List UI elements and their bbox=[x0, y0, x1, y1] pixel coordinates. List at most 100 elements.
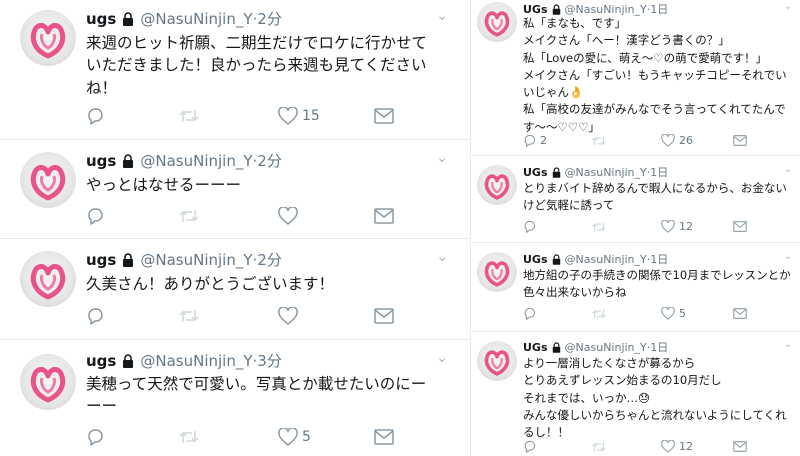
tweet-actions bbox=[86, 307, 394, 325]
user-handle[interactable]: @NasuNinjin_Y bbox=[565, 253, 647, 266]
chevron-down-icon[interactable]: ⌄ bbox=[784, 164, 792, 175]
message-button[interactable] bbox=[733, 308, 747, 319]
like-button[interactable]: 15 bbox=[278, 107, 374, 125]
heart-icon bbox=[661, 307, 675, 320]
avatar[interactable] bbox=[20, 354, 76, 410]
tweet-text-line: とりまバイト辞めるんで暇人になるから、お金ない bbox=[523, 181, 787, 195]
message-button[interactable] bbox=[374, 108, 394, 124]
tweet[interactable]: UGs @NasuNinjin_Y · 1日 ⌄ 私「まなも、です」 メイクさん… bbox=[471, 0, 800, 156]
avatar[interactable] bbox=[477, 165, 517, 205]
tweet[interactable]: ugs @NasuNinjin_Y · 2分 ⌄ 来週のヒット祈願、二期生だけで… bbox=[0, 0, 470, 140]
like-button[interactable] bbox=[278, 307, 374, 325]
retweet-button[interactable] bbox=[178, 429, 278, 445]
tweet-actions bbox=[86, 207, 394, 225]
tweet-header: ugs @NasuNinjin_Y · 2分 bbox=[86, 249, 282, 270]
tweet-time[interactable]: 1日 bbox=[650, 164, 668, 180]
avatar[interactable] bbox=[477, 341, 517, 381]
retweet-button[interactable] bbox=[178, 108, 278, 124]
user-handle[interactable]: @NasuNinjin_Y bbox=[565, 341, 647, 354]
tweet-time[interactable]: 2分 bbox=[257, 150, 282, 171]
heart-icon bbox=[278, 307, 298, 325]
heart-icon bbox=[278, 107, 298, 125]
mail-icon bbox=[374, 208, 394, 224]
retweet-button[interactable] bbox=[591, 441, 661, 453]
avatar[interactable] bbox=[477, 2, 517, 42]
message-button[interactable] bbox=[733, 135, 747, 146]
reply-button[interactable] bbox=[86, 307, 178, 325]
avatar[interactable] bbox=[20, 152, 76, 208]
display-name[interactable]: UGs bbox=[523, 341, 548, 354]
message-button[interactable] bbox=[374, 208, 394, 224]
reply-icon bbox=[523, 440, 536, 453]
like-button[interactable]: 12 bbox=[661, 220, 733, 233]
reply-icon bbox=[86, 107, 104, 125]
reply-button[interactable] bbox=[523, 307, 591, 320]
like-button[interactable]: 5 bbox=[278, 428, 374, 446]
tweet-time[interactable]: 1日 bbox=[650, 339, 668, 355]
retweet-button[interactable] bbox=[591, 135, 661, 147]
user-handle[interactable]: @NasuNinjin_Y bbox=[140, 352, 252, 370]
tweet-time[interactable]: 3分 bbox=[257, 350, 282, 371]
left-timeline: ugs @NasuNinjin_Y · 2分 ⌄ 来週のヒット祈願、二期生だけで… bbox=[0, 0, 470, 456]
user-handle[interactable]: @NasuNinjin_Y bbox=[140, 152, 252, 170]
chevron-down-icon[interactable]: ⌄ bbox=[436, 8, 448, 24]
user-handle[interactable]: @NasuNinjin_Y bbox=[140, 251, 252, 269]
tweet[interactable]: UGs @NasuNinjin_Y · 1日 ⌄ とりまバイト辞めるんで暇人にな… bbox=[471, 157, 800, 243]
retweet-button[interactable] bbox=[591, 308, 661, 320]
message-button[interactable] bbox=[374, 429, 394, 445]
chevron-down-icon[interactable]: ⌄ bbox=[436, 150, 448, 166]
display-name[interactable]: UGs bbox=[523, 166, 548, 179]
message-button[interactable] bbox=[374, 308, 394, 324]
message-button[interactable] bbox=[733, 441, 747, 452]
tweet[interactable]: ugs @NasuNinjin_Y · 2分 ⌄ 久美さん！ありがとうございます… bbox=[0, 239, 470, 340]
retweet-button[interactable] bbox=[178, 208, 278, 224]
tweet[interactable]: ugs @NasuNinjin_Y · 3分 ⌄ 美穂って天然で可愛い。写真とか… bbox=[0, 340, 470, 456]
like-button[interactable]: 26 bbox=[661, 134, 733, 147]
like-button[interactable]: 12 bbox=[661, 440, 733, 453]
tweet-text-line: 私「Loveの愛に、萌え〜♡の萌で愛萌です！」 bbox=[523, 50, 768, 65]
avatar[interactable] bbox=[20, 251, 76, 307]
tweet[interactable]: UGs @NasuNinjin_Y · 1日 ⌄ より一層消したくなさが募るから… bbox=[471, 333, 800, 456]
tweet-time[interactable]: 1日 bbox=[650, 251, 668, 267]
retweet-button[interactable] bbox=[178, 308, 278, 324]
display-name[interactable]: UGs bbox=[523, 3, 548, 16]
mail-icon bbox=[733, 221, 747, 232]
reply-button[interactable] bbox=[523, 220, 591, 233]
tweet-time[interactable]: 2分 bbox=[257, 8, 282, 29]
tweet-time[interactable]: 2分 bbox=[257, 249, 282, 270]
like-button[interactable]: 5 bbox=[661, 307, 733, 320]
avatar[interactable] bbox=[20, 10, 76, 66]
tweet[interactable]: UGs @NasuNinjin_Y · 1日 ⌄ 地方組の子の手続きの関係で10… bbox=[471, 244, 800, 332]
avatar[interactable] bbox=[477, 252, 517, 292]
display-name[interactable]: ugs bbox=[86, 352, 116, 370]
chevron-down-icon[interactable]: ⌄ bbox=[784, 251, 792, 262]
display-name[interactable]: ugs bbox=[86, 251, 116, 269]
display-name[interactable]: UGs bbox=[523, 253, 548, 266]
chevron-down-icon[interactable]: ⌄ bbox=[436, 249, 448, 265]
user-handle[interactable]: @NasuNinjin_Y bbox=[140, 10, 252, 28]
reply-button[interactable] bbox=[86, 107, 178, 125]
tweet-text-line: メイクさん「へー！漢字どう書くの？」 bbox=[523, 33, 730, 48]
display-name[interactable]: ugs bbox=[86, 152, 116, 170]
user-handle[interactable]: @NasuNinjin_Y bbox=[565, 3, 647, 16]
display-name[interactable]: ugs bbox=[86, 10, 116, 28]
user-handle[interactable]: @NasuNinjin_Y bbox=[565, 166, 647, 179]
chevron-down-icon[interactable]: ⌄ bbox=[784, 339, 792, 350]
reply-button[interactable]: 2 bbox=[523, 134, 591, 147]
mail-icon bbox=[374, 108, 394, 124]
reply-button[interactable] bbox=[523, 440, 591, 453]
tweet-text-line: るし！！ bbox=[523, 425, 569, 439]
chevron-down-icon[interactable]: ⌄ bbox=[436, 350, 448, 366]
lock-icon bbox=[122, 353, 134, 368]
tweet[interactable]: ugs @NasuNinjin_Y · 2分 ⌄ やっとはなせるーーー bbox=[0, 140, 470, 239]
heart-icon bbox=[278, 428, 298, 446]
message-button[interactable] bbox=[733, 221, 747, 232]
tweet-header: ugs @NasuNinjin_Y · 2分 bbox=[86, 8, 282, 29]
lock-icon bbox=[552, 166, 561, 178]
reply-button[interactable] bbox=[86, 428, 178, 446]
reply-button[interactable] bbox=[86, 207, 178, 225]
retweet-icon bbox=[591, 308, 607, 320]
retweet-button[interactable] bbox=[591, 221, 661, 233]
chevron-down-icon[interactable]: ⌄ bbox=[784, 1, 792, 12]
like-button[interactable] bbox=[278, 207, 374, 225]
